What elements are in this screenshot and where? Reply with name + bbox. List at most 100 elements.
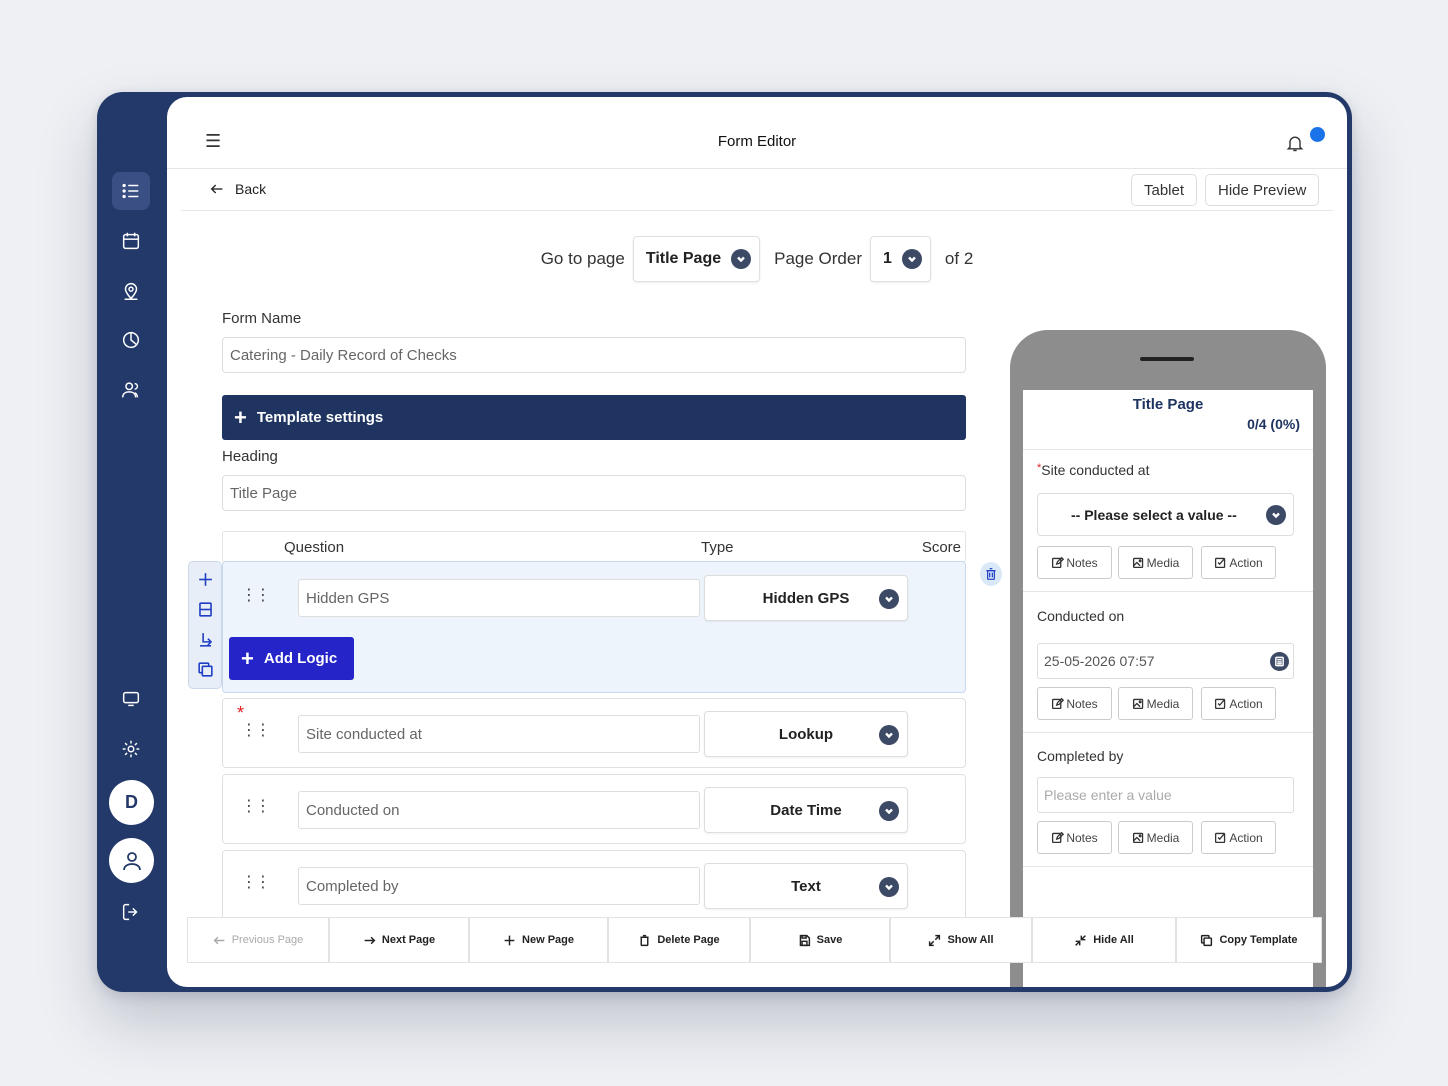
heading-input[interactable]: Title Page: [222, 475, 966, 511]
add-question-button[interactable]: [193, 567, 217, 591]
question-row[interactable]: ⋮⋮ Completed by Text: [222, 850, 966, 920]
divider: [1023, 591, 1313, 592]
nest-icon: [199, 632, 212, 647]
hide-preview-button[interactable]: Hide Preview: [1205, 174, 1320, 206]
drag-handle-icon[interactable]: ⋮⋮: [241, 875, 271, 891]
previous-page-label: Previous Page: [231, 934, 304, 946]
sidebar-item-users[interactable]: [112, 371, 150, 409]
question-row[interactable]: ⋮⋮ Conducted on Date Time: [222, 774, 966, 844]
question-text-input[interactable]: Completed by: [298, 867, 700, 905]
sidebar-item-reports[interactable]: [112, 321, 150, 359]
notes-button[interactable]: Notes: [1037, 821, 1112, 854]
previous-page-button[interactable]: Previous Page: [187, 917, 329, 963]
question-text-input[interactable]: Hidden GPS: [298, 579, 700, 617]
drag-handle-icon[interactable]: ⋮⋮: [241, 588, 271, 604]
question-text-input[interactable]: Site conducted at: [298, 715, 700, 753]
sidebar-item-logout[interactable]: [112, 893, 150, 931]
duplicate-question-button[interactable]: [193, 657, 217, 681]
notification-bell[interactable]: [1285, 133, 1305, 158]
monitor-icon: [122, 691, 140, 707]
page-select-value: Title Page: [645, 250, 722, 267]
footer-toolbar: Previous Page Next Page New Page Delete …: [187, 917, 1327, 963]
sidebar-item-display[interactable]: [112, 680, 150, 718]
preview-date-input[interactable]: 25-05-2026 07:57: [1037, 643, 1294, 679]
save-button[interactable]: Save: [750, 917, 890, 963]
image-icon: [1132, 698, 1143, 710]
type-header: Type: [701, 539, 734, 556]
form-name-label: Form Name: [222, 310, 302, 327]
show-all-button[interactable]: Show All: [890, 917, 1032, 963]
question-header: Question: [284, 539, 345, 556]
notes-button[interactable]: Notes: [1037, 546, 1112, 579]
goto-label: Go to page: [540, 249, 625, 268]
copy-template-button[interactable]: Copy Template: [1176, 917, 1322, 963]
plus-icon: +: [241, 645, 254, 671]
list-icon: [122, 183, 139, 199]
media-label: Media: [1146, 696, 1180, 711]
question-tools: [188, 561, 222, 689]
question-type-select[interactable]: Lookup: [704, 711, 908, 757]
new-page-button[interactable]: New Page: [469, 917, 608, 963]
sub-toolbar: Back Tablet Hide Preview: [181, 169, 1333, 211]
tablet-button[interactable]: Tablet: [1131, 174, 1198, 206]
drag-handle-icon[interactable]: ⋮⋮: [241, 723, 271, 739]
form-name-input[interactable]: Catering - Daily Record of Checks: [222, 337, 966, 373]
plus-icon: +: [234, 404, 247, 430]
media-button[interactable]: Media: [1118, 687, 1193, 720]
question-type-select[interactable]: Text: [704, 863, 908, 909]
page-title: Form Editor: [717, 133, 797, 150]
back-button[interactable]: Back: [209, 181, 266, 197]
preview-site-select[interactable]: -- Please select a value --: [1037, 493, 1294, 536]
chevron-down-icon: [879, 877, 899, 897]
question-row[interactable]: * ⋮⋮ Site conducted at Lookup: [222, 698, 966, 768]
sidebar-item-locations[interactable]: [112, 272, 150, 310]
action-button[interactable]: Action: [1201, 821, 1276, 854]
sidebar-item-calendar[interactable]: [112, 222, 150, 260]
question-type-value: Lookup: [778, 725, 834, 743]
chevron-down-icon: [879, 589, 899, 609]
notes-button[interactable]: Notes: [1037, 687, 1112, 720]
question-text-input[interactable]: Conducted on: [298, 791, 700, 829]
sidebar-item-forms[interactable]: [112, 172, 150, 210]
question-row[interactable]: ⋮⋮ Hidden GPS Hidden GPS + Add Logic: [222, 561, 966, 693]
question-type-value: Hidden GPS: [762, 589, 850, 607]
sidebar-item-settings[interactable]: [112, 730, 150, 768]
expand-icon: [929, 934, 941, 946]
action-button[interactable]: Action: [1201, 687, 1276, 720]
drag-handle-icon[interactable]: ⋮⋮: [241, 799, 271, 815]
media-button[interactable]: Media: [1118, 821, 1193, 854]
avatar-profile[interactable]: [109, 838, 154, 883]
delete-page-button[interactable]: Delete Page: [608, 917, 750, 963]
notes-label: Notes: [1066, 696, 1098, 711]
next-page-button[interactable]: Next Page: [329, 917, 469, 963]
notification-dot: [1310, 127, 1325, 142]
bell-icon: [1286, 136, 1304, 152]
add-logic-button[interactable]: + Add Logic: [229, 637, 354, 680]
media-button[interactable]: Media: [1118, 546, 1193, 579]
preview-completed-by-input[interactable]: Please enter a value: [1037, 777, 1294, 813]
page-select[interactable]: Title Page: [632, 236, 761, 282]
question-type-select[interactable]: Date Time: [704, 787, 908, 833]
copy-icon: [1201, 934, 1213, 946]
nest-question-button[interactable]: [193, 627, 217, 651]
required-mark: *: [237, 703, 245, 723]
delete-question-button[interactable]: [980, 562, 1002, 586]
hide-all-button[interactable]: Hide All: [1032, 917, 1176, 963]
avatar-initial[interactable]: D: [109, 780, 154, 825]
back-label: Back: [235, 181, 267, 197]
template-settings-button[interactable]: + Template settings: [222, 395, 966, 440]
phone-screen: Title Page 0/4 (0%) *Site conducted at -…: [1023, 390, 1313, 987]
calculator-icon[interactable]: [1270, 652, 1289, 671]
location-pin-icon: [124, 283, 138, 300]
add-logic-label: Add Logic: [263, 650, 338, 667]
save-icon: [799, 934, 810, 946]
preview-q2-label: Conducted on: [1037, 608, 1125, 624]
preview-title: Title Page: [1132, 396, 1204, 413]
add-section-button[interactable]: [193, 597, 217, 621]
arrow-left-icon: [213, 936, 225, 944]
page-order-value: 1: [883, 250, 892, 267]
question-type-select[interactable]: Hidden GPS: [704, 575, 908, 621]
users-icon: [122, 382, 139, 398]
action-button[interactable]: Action: [1201, 546, 1276, 579]
page-order-select[interactable]: 1: [870, 236, 931, 282]
